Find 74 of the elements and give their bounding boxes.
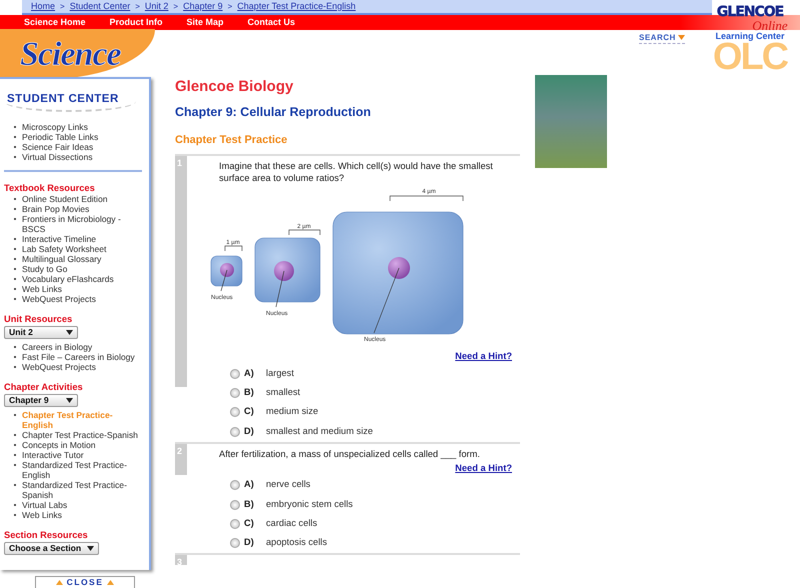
question-text: Imagine that these are cells. Which cell(s) would have the smallest surface area to volume ratios? xyxy=(219,160,494,184)
logo-text: Learning Center xyxy=(715,31,784,41)
hint-link[interactable]: Need a Hint? xyxy=(455,351,512,361)
sidebar-link[interactable]: Multilingual Glossary xyxy=(22,254,140,264)
sidebar-link[interactable]: Science Fair Ideas xyxy=(22,142,140,152)
section-title: Chapter Test Practice xyxy=(175,133,288,147)
sidebar-link[interactable]: Virtual Labs xyxy=(22,500,140,510)
sidebar-link[interactable]: Vocabulary eFlashcards xyxy=(22,274,140,284)
option-letter: B) xyxy=(244,386,255,400)
option-letter: D) xyxy=(244,536,255,550)
breadcrumb-link[interactable]: Home xyxy=(31,0,56,14)
sidebar-link[interactable]: Chapter Test Practice-Spanish xyxy=(22,430,140,440)
sidebar-link[interactable]: Virtual Dissections xyxy=(22,152,140,162)
section-heading: Textbook Resources xyxy=(4,183,96,194)
breadcrumb-separator: > xyxy=(228,0,232,12)
option-text: smallest xyxy=(266,386,300,400)
section-heading: Section Resources xyxy=(4,530,89,542)
option-text: cardiac cells xyxy=(266,516,318,530)
breadcrumb-link[interactable]: Unit 2 xyxy=(144,0,168,14)
nav-link[interactable]: Science Home xyxy=(24,16,86,30)
breadcrumb-link[interactable]: Chapter 9 xyxy=(183,0,223,14)
sidebar-link[interactable]: Brain Pop Movies xyxy=(22,204,140,214)
sidebar-link[interactable]: Careers in Biology xyxy=(22,342,140,352)
option-text: embryonic stem cells xyxy=(266,498,353,511)
nav-link[interactable]: Product Info xyxy=(110,16,163,30)
breadcrumb-separator: > xyxy=(135,0,140,12)
sidebar-link[interactable]: Web Links xyxy=(22,284,140,294)
sidebar-link[interactable]: Standardized Test Practice-Spanish xyxy=(22,480,140,500)
sidebar-link[interactable]: Interactive Tutor xyxy=(22,450,140,460)
question-text: After fertilization, a mass of unspecialized cells called ___ form. xyxy=(219,448,481,460)
breadcrumb-separator: > xyxy=(173,0,178,12)
option-text: smallest and medium size xyxy=(266,424,373,438)
breadcrumb-link[interactable]: Chapter Test Practice-English xyxy=(237,0,356,14)
breadcrumb-link[interactable]: Student Center xyxy=(70,0,130,14)
section-dropdown[interactable]: Choose a Section xyxy=(4,542,100,556)
section-dropdown[interactable]: Unit 2 xyxy=(4,326,78,340)
sidebar-link[interactable]: Fast File – Careers in Biology xyxy=(22,352,140,362)
section-dropdown[interactable]: Chapter 9 xyxy=(4,394,78,408)
sidebar-link[interactable]: Web Links xyxy=(22,510,140,520)
sidebar-link[interactable]: Concepts in Motion xyxy=(22,440,140,450)
sidebar-link[interactable]: Lab Safety Worksheet xyxy=(22,244,140,254)
option-letter: A) xyxy=(244,366,255,380)
page-title: Glencoe Biology xyxy=(175,78,294,96)
nav-link[interactable]: Contact Us xyxy=(248,16,296,30)
option-text: largest xyxy=(266,366,294,380)
section-heading: Chapter Activities xyxy=(4,382,84,394)
sidebar-link[interactable]: Periodic Table Links xyxy=(22,132,140,142)
sidebar-link[interactable]: Microscopy Links xyxy=(22,122,140,132)
search-link[interactable]: SEARCH xyxy=(639,32,685,44)
option-letter: D) xyxy=(244,424,255,438)
sidebar-link[interactable]: Standardized Test Practice-English xyxy=(22,460,140,480)
breadcrumb-separator: > xyxy=(60,0,65,12)
option-letter: C) xyxy=(244,516,255,530)
option-text: medium size xyxy=(266,405,318,418)
science-logo[interactable]: Science xyxy=(0,29,155,79)
sidebar-heading: STUDENT CENTER xyxy=(4,91,136,112)
option-letter: C) xyxy=(244,405,255,418)
option-text: apoptosis cells xyxy=(266,536,327,550)
sidebar-link[interactable]: Frontiers in Microbiology - BSCS xyxy=(22,214,140,234)
chapter-title: Chapter 9: Cellular Reproduction xyxy=(175,104,372,120)
sidebar-link[interactable]: WebQuest Projects xyxy=(22,362,140,372)
hint-link[interactable]: Need a Hint? xyxy=(455,462,512,472)
option-text: nerve cells xyxy=(266,478,310,492)
sidebar-link[interactable]: Study to Go xyxy=(22,264,140,274)
option-letter: A) xyxy=(244,478,255,492)
option-letter: B) xyxy=(244,498,255,511)
close-tab[interactable]: CLOSE xyxy=(35,576,135,588)
logo-text: OLC xyxy=(712,41,788,73)
sidebar-link[interactable]: Online Student Edition xyxy=(22,194,140,204)
sidebar-link[interactable]: WebQuest Projects xyxy=(22,294,140,304)
logo-text: Online xyxy=(752,20,788,31)
nav-link[interactable]: Site Map xyxy=(186,16,224,30)
section-heading: Unit Resources xyxy=(4,314,74,326)
sidebar-link[interactable]: Interactive Timeline xyxy=(22,234,140,244)
